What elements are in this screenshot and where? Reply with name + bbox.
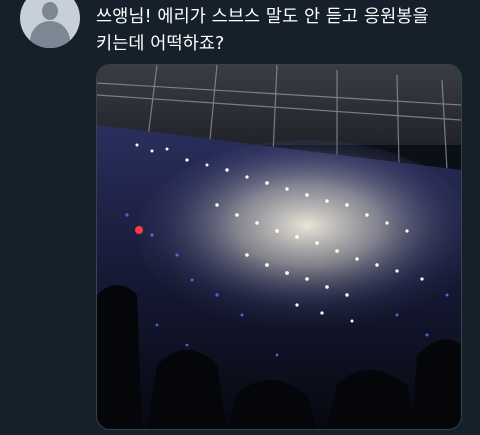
avatar-head [42,2,58,20]
tweet-media[interactable] [96,64,462,430]
red-light [135,226,143,234]
tweet-text: 쓰앵님! 에리가 스브스 말도 안 듣고 응원봉을 키는데 어떡하죠? [96,7,429,54]
lightstick-glow [137,140,461,330]
stadium-photo [97,65,461,429]
tweet: 쓰앵님! 에리가 스브스 말도 안 듣고 응원봉을 키는데 어떡하죠? [0,0,480,435]
avatar-icon[interactable] [20,0,80,48]
avatar-body [30,21,70,48]
